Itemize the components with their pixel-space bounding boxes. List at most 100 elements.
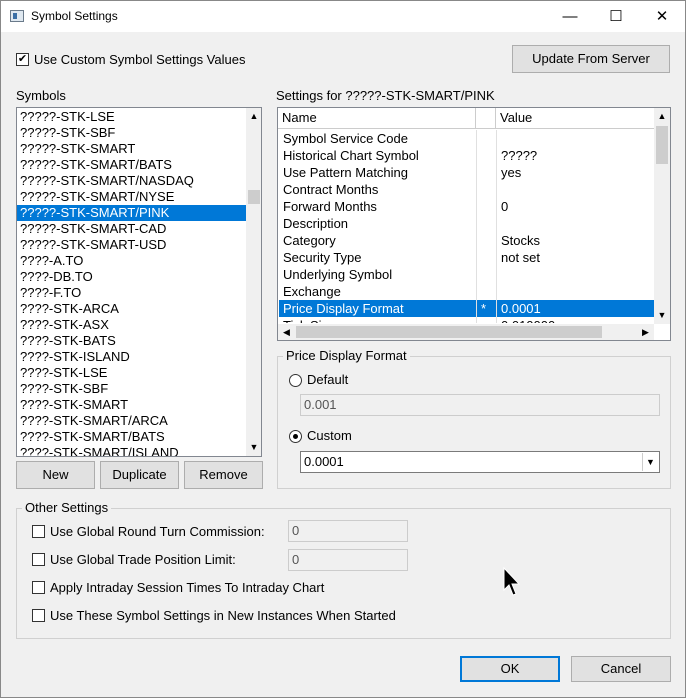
symbol-list-item[interactable]: ?????-STK-LSE: [17, 109, 246, 125]
setting-name: Exchange: [283, 284, 341, 299]
setting-value: 0.0001: [501, 301, 541, 316]
minimize-button[interactable]: —: [547, 1, 593, 32]
value-column-header[interactable]: Value: [496, 108, 654, 128]
symbol-list-item[interactable]: ????-STK-SMART/ISLAND: [17, 445, 246, 456]
symbol-list-item[interactable]: ????-STK-LSE: [17, 365, 246, 381]
symbol-list-item[interactable]: ????-STK-ISLAND: [17, 349, 246, 365]
setting-name: Category: [283, 233, 336, 248]
new-button[interactable]: New: [16, 461, 95, 489]
flag-column-header[interactable]: [476, 108, 496, 128]
window-title: Symbol Settings: [31, 9, 118, 23]
scroll-down-icon[interactable]: ▼: [246, 439, 261, 456]
remove-button[interactable]: Remove: [184, 461, 263, 489]
symbol-list-item[interactable]: ????-STK-ARCA: [17, 301, 246, 317]
setting-value: 0: [501, 199, 509, 214]
new-instances-label: Use These Symbol Settings in New Instanc…: [50, 608, 396, 623]
grid-scroll-left-icon[interactable]: ◀: [278, 324, 295, 340]
intraday-checkbox[interactable]: [32, 581, 45, 594]
settings-row[interactable]: Underlying Symbol: [279, 266, 655, 283]
duplicate-button[interactable]: Duplicate: [100, 461, 179, 489]
symbol-list-item[interactable]: ?????-STK-SMART-USD: [17, 237, 246, 253]
settings-row[interactable]: Tick Size 0.010000: [279, 317, 655, 323]
settings-row[interactable]: Category Stocks: [279, 232, 655, 249]
other-settings-group: Other Settings Use Global Round Turn Com…: [16, 500, 671, 639]
setting-flag: [477, 130, 497, 147]
symbol-list-item[interactable]: ?????-STK-SMART-CAD: [17, 221, 246, 237]
settings-row[interactable]: Price Display Format * 0.0001: [279, 300, 655, 317]
settings-row[interactable]: Use Pattern Matching yes: [279, 164, 655, 181]
symbol-list-item[interactable]: ????-STK-SMART: [17, 397, 246, 413]
settings-row[interactable]: Historical Chart Symbol?????: [279, 147, 655, 164]
grid-scroll-down-icon[interactable]: ▼: [654, 307, 670, 324]
maximize-button[interactable]: ☐: [593, 1, 639, 32]
symbol-list-item[interactable]: ?????-STK-SMART/BATS: [17, 157, 246, 173]
symbol-list-item[interactable]: ????-F.TO: [17, 285, 246, 301]
grid-scroll-thumb[interactable]: [656, 126, 668, 164]
symbol-list-item[interactable]: ?????-STK-SMART/NYSE: [17, 189, 246, 205]
trade-limit-checkbox[interactable]: [32, 553, 45, 566]
setting-name: Forward Months: [283, 199, 377, 214]
symbol-list-item[interactable]: ?????-STK-SMART: [17, 141, 246, 157]
setting-flag: [477, 317, 497, 323]
setting-name: Contract Months: [283, 182, 379, 197]
symbol-list-item[interactable]: ?????-STK-SMART/NASDAQ: [17, 173, 246, 189]
cancel-button[interactable]: Cancel: [571, 656, 671, 682]
round-turn-field[interactable]: 0: [288, 520, 408, 542]
grid-scroll-up-icon[interactable]: ▲: [654, 108, 670, 125]
setting-name: Price Display Format: [283, 301, 404, 316]
settings-grid[interactable]: Name Value Symbol Service Code Historical…: [277, 107, 671, 341]
custom-format-value: 0.0001: [304, 454, 344, 469]
scroll-up-icon[interactable]: ▲: [246, 108, 261, 125]
symbol-list-item[interactable]: ????-STK-SMART/ARCA: [17, 413, 246, 429]
round-turn-checkbox[interactable]: [32, 525, 45, 538]
settings-row[interactable]: Forward Months 0: [279, 198, 655, 215]
settings-row[interactable]: Exchange: [279, 283, 655, 300]
symbols-scrollbar[interactable]: ▲ ▼: [246, 108, 261, 456]
symbol-list-item[interactable]: ????-STK-SMART/BATS: [17, 429, 246, 445]
symbol-list-item[interactable]: ????-STK-ASX: [17, 317, 246, 333]
round-turn-label: Use Global Round Turn Commission:: [50, 524, 265, 539]
setting-value: [497, 130, 655, 147]
symbol-list-item[interactable]: ????-DB.TO: [17, 269, 246, 285]
close-button[interactable]: ✕: [639, 1, 685, 32]
name-column-header[interactable]: Name: [278, 108, 476, 128]
symbol-list-item[interactable]: ????-STK-BATS: [17, 333, 246, 349]
setting-flag: [477, 283, 497, 300]
other-settings-title: Other Settings: [22, 500, 112, 515]
chevron-down-icon[interactable]: ▼: [642, 453, 658, 471]
setting-flag: *: [481, 301, 487, 316]
setting-name: Use Pattern Matching: [283, 165, 409, 180]
setting-value: [497, 266, 655, 283]
custom-radio[interactable]: [289, 430, 302, 443]
grid-scroll-right-icon[interactable]: ▶: [637, 324, 654, 340]
settings-row[interactable]: Symbol Service Code: [279, 130, 655, 147]
grid-hscroll-thumb[interactable]: [296, 326, 602, 338]
title-bar: Symbol Settings — ☐ ✕: [1, 1, 685, 32]
intraday-label: Apply Intraday Session Times To Intraday…: [50, 580, 325, 595]
setting-flag: [477, 215, 497, 232]
settings-row[interactable]: Description: [279, 215, 655, 232]
symbol-list-item[interactable]: ????-STK-SBF: [17, 381, 246, 397]
grid-vscroll[interactable]: ▲ ▼: [654, 108, 670, 324]
new-instances-checkbox[interactable]: [32, 609, 45, 622]
grid-header: Name Value: [278, 108, 654, 129]
setting-flag: [477, 164, 497, 181]
setting-name: Underlying Symbol: [283, 267, 393, 282]
custom-format-select[interactable]: 0.0001 ▼: [300, 451, 660, 473]
ok-button[interactable]: OK: [460, 656, 560, 682]
scroll-thumb[interactable]: [248, 190, 260, 204]
symbol-list-item[interactable]: ?????-STK-SMART/PINK: [17, 205, 246, 221]
use-custom-checkbox[interactable]: ✔: [16, 53, 29, 66]
symbol-list-item[interactable]: ?????-STK-SBF: [17, 125, 246, 141]
symbols-list[interactable]: ?????-STK-LSE ?????-STK-SBF ?????-STK-SMAR…: [16, 107, 262, 457]
symbol-list-item[interactable]: ????-A.TO: [17, 253, 246, 269]
settings-row[interactable]: Contract Months: [279, 181, 655, 198]
default-radio[interactable]: [289, 374, 302, 387]
settings-row[interactable]: Security Type not set: [279, 249, 655, 266]
setting-flag: [477, 232, 497, 249]
grid-hscroll[interactable]: ◀ ▶: [278, 324, 654, 340]
trade-limit-field[interactable]: 0: [288, 549, 408, 571]
setting-name: Symbol Service Code: [283, 131, 408, 146]
setting-value: [497, 283, 655, 300]
update-from-server-button[interactable]: Update From Server: [512, 45, 670, 73]
